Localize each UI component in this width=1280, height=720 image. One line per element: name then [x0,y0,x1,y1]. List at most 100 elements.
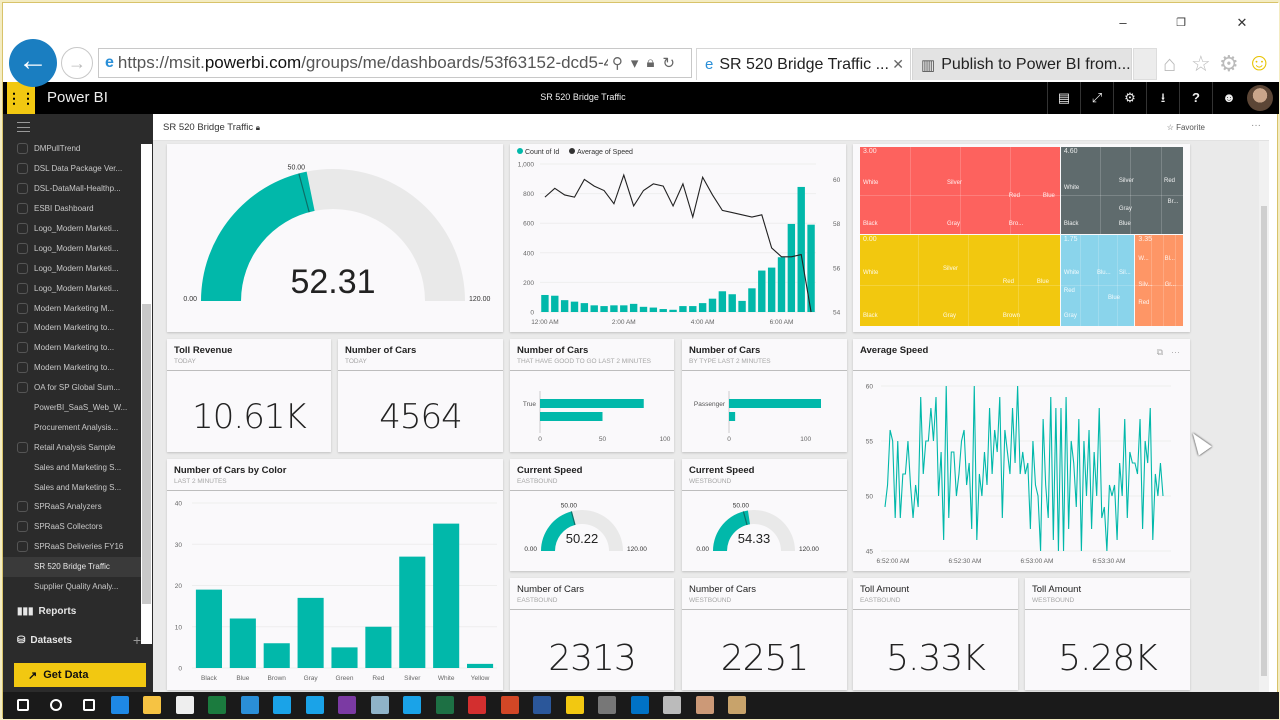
home-icon[interactable]: ⌂ [1163,51,1176,77]
dashboard-scrollbar[interactable] [1259,141,1269,692]
treemap-group[interactable]: 3.00 White Silver Red Blue Black Gray Bro... [860,147,1060,235]
treemap-group[interactable]: 0.00 White Silver Red Blue Black Gray Brown [860,235,1060,326]
sidebar-dashboard-item[interactable]: PowerBI_SaaS_Web_W... [3,398,141,418]
lock-icon[interactable]: 🔒︎ [646,54,654,72]
sidebar-dashboard-item[interactable]: Modern Marketing to... [3,358,141,378]
download-icon[interactable]: ⭳ [1146,82,1179,114]
sidebar-dashboard-item[interactable]: Procurement Analysis... [3,417,141,437]
back-button[interactable]: ← [9,39,57,87]
excel-icon[interactable] [435,696,454,714]
tab-publish[interactable]: ▥ Publish to Power BI from... [912,48,1132,80]
sidebar-dashboard-item[interactable]: Modern Marketing to... [3,318,141,338]
minimize-button[interactable]: – [1108,13,1138,33]
acrobat-icon[interactable] [468,696,486,714]
outlook-icon[interactable] [630,696,649,714]
tile-toll-east[interactable]: Toll Amount EASTBOUND 5.33K [853,578,1018,690]
treemap-group[interactable]: 4.60 White Silver Red Gray Br... Black Blue [1060,147,1183,235]
app-other-icon[interactable] [695,696,714,714]
app-gray-icon[interactable] [370,696,389,714]
sidebar-dashboard-item[interactable]: DSL-DataMall-Healthp... [3,179,141,199]
skype-away-icon[interactable] [305,696,324,714]
sidebar-dashboard-item[interactable]: DSL Data Package Ver... [3,159,141,179]
more-options-icon[interactable]: ··· [1171,347,1180,358]
avatar[interactable] [1247,85,1273,111]
scrollbar-thumb[interactable] [1261,206,1267,676]
file-explorer-icon[interactable] [143,696,161,714]
skype-icon[interactable] [403,696,421,714]
sidebar-dashboard-item[interactable]: SPRaaS Analyzers [3,497,141,517]
onenote-icon[interactable] [338,696,356,714]
tile-toll-revenue[interactable]: Toll Revenue TODAY 10.61K [167,339,331,452]
sidebar-dashboard-item[interactable]: Supplier Quality Analy... [3,577,141,597]
sidebar-dashboard-item[interactable]: SPRaaS Collectors [3,517,141,537]
sidebar-dashboard-item[interactable]: ESBI Dashboard [3,199,141,219]
tile-combo-chart[interactable]: Count of Id Average of Speed 0 200 400 600 800… [510,144,846,332]
settings-icon[interactable]: ⚙ [1113,82,1146,114]
tile-cars-west[interactable]: Number of Cars WESTBOUND 2251 [682,578,847,690]
tab-sr520[interactable]: e SR 520 Bridge Traffic ... ✕ [696,48,911,80]
comment-icon[interactable]: ▤ [1047,82,1080,114]
sidebar-dashboard-item[interactable]: SR 520 Bridge Traffic [3,556,141,577]
add-dataset-button[interactable]: + [133,632,141,648]
favorites-star-icon[interactable]: ☆ [1191,51,1211,77]
sidebar-scrollbar[interactable] [141,144,152,644]
edge-icon[interactable] [110,696,129,714]
get-data-button[interactable]: ↗ Get Data [14,663,146,687]
tile-toll-west[interactable]: Toll Amount WESTBOUND 5.28K [1025,578,1190,690]
sidebar-dashboard-item[interactable]: Logo_Modern Marketi... [3,238,141,258]
help-icon[interactable]: ? [1179,82,1212,114]
hamburger-menu-icon[interactable] [17,122,30,132]
smiley-feedback-icon[interactable]: ☺ [1247,49,1272,77]
search-icon[interactable]: ⚲ [612,54,623,72]
sidebar-reports[interactable]: ▮▮▮ Reports [17,606,76,617]
pin-visual-icon[interactable]: ⧉ [1157,347,1163,358]
forward-button[interactable]: → [61,47,93,79]
sidebar-dashboard-item[interactable]: Logo_Modern Marketi... [3,219,141,239]
powerpoint-icon[interactable] [500,696,519,714]
more-options-button[interactable]: ··· [1251,120,1261,131]
app-green-icon[interactable] [208,696,226,714]
feedback-icon[interactable]: ☻ [1212,82,1245,114]
treemap-group[interactable]: 3.35 W... Bl... Silv... Gr... Red [1135,235,1183,326]
tile-cars-today[interactable]: Number of Cars TODAY 4564 [338,339,503,452]
scrollbar-thumb[interactable] [142,304,151,604]
tile-speed-east[interactable]: Current Speed EASTBOUND 50.22 0.00 120.00 5… [510,459,674,571]
new-tab-button[interactable] [1133,48,1157,80]
tile-average-speed[interactable]: Average Speed ⧉ ··· 45 50 55 60 6:52:00 AM 6:… [853,339,1190,571]
sidebar-dashboard-item[interactable]: DMPullTrend [3,139,141,159]
sidebar-dashboard-item[interactable]: Logo_Modern Marketi... [3,258,141,278]
word-icon[interactable] [533,696,551,714]
restore-button[interactable]: ❐ [1166,13,1196,33]
favorite-button[interactable]: ☆ Favorite [1167,123,1205,132]
sidebar-dashboard-item[interactable]: Logo_Modern Marketi... [3,278,141,298]
dropdown-icon[interactable]: ▾ [631,54,639,72]
store-icon[interactable] [175,696,194,714]
app-paint-icon[interactable] [663,696,681,714]
windows-start-icon[interactable] [17,699,29,711]
address-bar[interactable]: e https://msit.powerbi.com/groups/me/das… [98,48,692,78]
tile-cars-by-color[interactable]: Number of Cars by Color LAST 2 MINUTES 0… [167,459,503,690]
treemap-group[interactable]: 1.75 White Blu... Sil... Red Blue Gray [1060,235,1135,326]
sidebar-dashboard-item[interactable]: Modern Marketing M... [3,298,141,318]
close-tab-icon[interactable]: ✕ [892,56,904,73]
fullscreen-icon[interactable]: ⤢ [1080,82,1113,114]
tile-cars-by-type[interactable]: Number of Cars BY TYPE LAST 2 MINUTES Pa… [682,339,847,452]
cortana-icon[interactable] [50,699,62,711]
powerbi-icon[interactable] [565,696,584,714]
sidebar-datasets[interactable]: ⛁ Datasets + [17,632,141,648]
tile-speed-west[interactable]: Current Speed WESTBOUND 54.33 0.00 120.00 5… [682,459,847,571]
sidebar-dashboard-item[interactable]: Sales and Marketing S... [3,457,141,477]
skype-busy-icon[interactable] [273,696,291,714]
media-icon[interactable] [728,696,746,714]
sidebar-dashboard-item[interactable]: Modern Marketing to... [3,338,141,358]
tile-main-gauge[interactable]: 52.31 0.00 120.00 50.00 [167,144,503,332]
sidebar-dashboard-item[interactable]: OA for SP Global Sum... [3,378,141,398]
sidebar-dashboard-item[interactable]: Sales and Marketing S... [3,477,141,497]
tile-cars-east[interactable]: Number of Cars EASTBOUND 2313 [510,578,674,690]
sidebar-dashboard-item[interactable]: Retail Analysis Sample [3,437,141,457]
tile-cars-good-to-go[interactable]: Number of Cars THAT HAVE GOOD TO GO LAST… [510,339,674,452]
task-view-icon[interactable] [83,699,95,711]
phone-icon[interactable] [598,696,616,714]
close-window-button[interactable]: ✕ [1227,13,1257,33]
settings-gear-icon[interactable]: ⚙ [1219,51,1239,77]
